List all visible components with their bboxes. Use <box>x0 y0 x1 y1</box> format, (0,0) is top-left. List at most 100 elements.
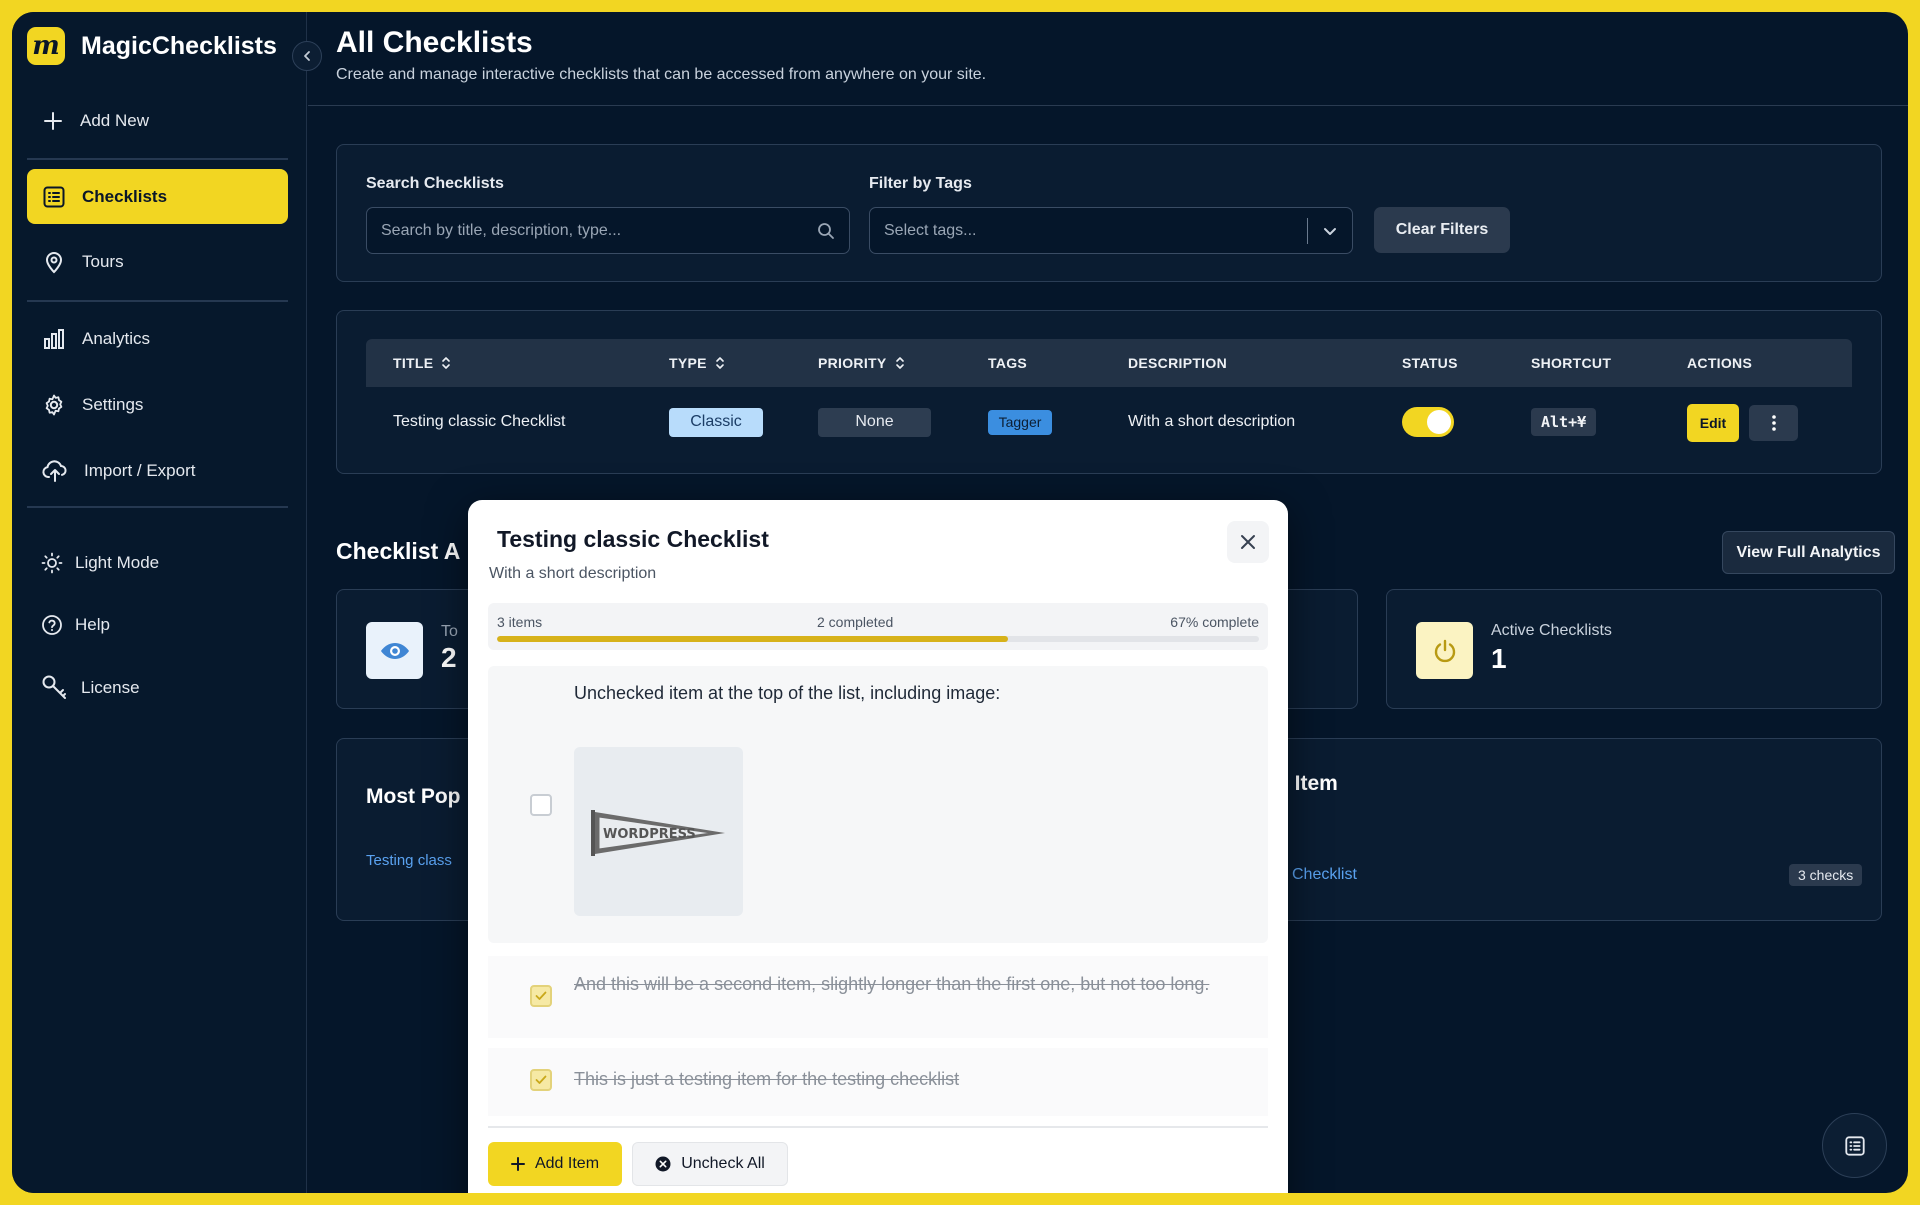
brand[interactable]: m MagicChecklists <box>27 27 277 65</box>
checklist-launcher-button[interactable] <box>1822 1113 1887 1178</box>
checklist-item: This is just a testing item for the test… <box>488 1048 1268 1116</box>
search-input[interactable]: Search by title, description, type... <box>366 207 850 254</box>
progress-completed: 2 completed <box>817 614 894 630</box>
help-link[interactable]: Help <box>27 597 288 652</box>
app-window: m MagicChecklists Add New Checklists Tou… <box>12 12 1908 1193</box>
checks-badge: 3 checks <box>1789 864 1863 886</box>
edit-button[interactable]: Edit <box>1687 404 1739 442</box>
check-icon <box>535 1075 547 1084</box>
gear-icon <box>45 394 63 415</box>
license-label: License <box>81 677 140 697</box>
nav-divider <box>27 506 288 508</box>
search-label: Search Checklists <box>366 175 504 192</box>
column-title[interactable]: TITLE <box>393 339 451 387</box>
sort-icon <box>895 357 904 369</box>
uncheck-all-label: Uncheck All <box>681 1155 765 1172</box>
clear-filters-button[interactable]: Clear Filters <box>1374 207 1510 253</box>
tag-badge[interactable]: Tagger <box>988 409 1052 435</box>
row-actions-cell: Edit <box>1687 404 1798 442</box>
uncheck-all-button[interactable]: Uncheck All <box>632 1142 788 1186</box>
list-icon <box>1844 1135 1865 1156</box>
pennant-text: WORDPRESS <box>603 827 696 842</box>
brand-logo-icon: m <box>27 27 65 65</box>
sidebar-item-analytics[interactable]: Analytics <box>27 311 288 366</box>
power-icon <box>1416 622 1473 679</box>
add-item-label: Add Item <box>534 1155 600 1172</box>
sidebar-item-tours[interactable]: Tours <box>27 234 288 289</box>
column-priority[interactable]: PRIORITY <box>818 339 905 387</box>
type-badge: Classic <box>669 407 763 437</box>
modal-subtitle: With a short description <box>489 565 657 582</box>
page-title: All Checklists <box>336 26 533 59</box>
search-icon <box>818 222 834 239</box>
completed-checklist-link[interactable]: Checklist <box>1292 866 1357 884</box>
collapse-sidebar-button[interactable] <box>292 41 322 71</box>
row-type-cell: Classic <box>669 407 763 437</box>
view-full-analytics-button[interactable]: View Full Analytics <box>1722 531 1895 574</box>
column-type-label: TYPE <box>669 355 707 371</box>
eye-icon <box>366 622 423 679</box>
row-priority-cell: None <box>818 407 931 437</box>
add-new-label: Add New <box>80 110 149 130</box>
x-circle-icon <box>655 1156 671 1172</box>
sidebar-item-checklists[interactable]: Checklists <box>27 169 288 224</box>
progress-percent: 67% complete <box>1170 614 1259 630</box>
filters-card: Search Checklists Search by title, descr… <box>336 144 1882 282</box>
column-actions: ACTIONS <box>1687 355 1753 371</box>
chevron-down-icon[interactable] <box>1308 223 1352 239</box>
help-label: Help <box>75 614 110 634</box>
progress-bar-fill <box>497 636 1008 642</box>
close-icon <box>1241 535 1255 549</box>
search-placeholder: Search by title, description, type... <box>381 221 622 239</box>
item-text: This is just a testing item for the test… <box>574 1069 960 1089</box>
sort-icon <box>715 357 724 369</box>
check-icon <box>535 991 547 1000</box>
license-link[interactable]: License <box>27 660 288 715</box>
column-shortcut: SHORTCUT <box>1531 355 1612 371</box>
active-checklists-label: Active Checklists <box>1491 622 1612 639</box>
nav-divider <box>27 300 288 302</box>
item-checkbox[interactable] <box>530 985 552 1007</box>
progress-section: 3 items 2 completed 67% complete <box>488 603 1268 650</box>
sidebar-item-label: Checklists <box>82 186 168 206</box>
sidebar: m MagicChecklists Add New Checklists Tou… <box>12 12 307 1193</box>
item-text: And this will be a second item, slightly… <box>574 974 1210 994</box>
add-new-button[interactable]: Add New <box>27 93 288 148</box>
light-mode-toggle[interactable]: Light Mode <box>27 535 288 590</box>
plus-icon <box>44 111 62 130</box>
item-checkbox[interactable] <box>530 1069 552 1091</box>
sidebar-item-import-export[interactable]: Import / Export <box>27 443 288 498</box>
analytics-section-title: Checklist A <box>336 538 461 564</box>
popular-checklist-link[interactable]: Testing class <box>366 852 452 869</box>
most-popular-title: Most Pop <box>366 785 461 808</box>
tags-select[interactable]: Select tags... <box>869 207 1353 254</box>
item-checkbox[interactable] <box>530 794 552 816</box>
nav-divider <box>27 158 288 160</box>
sun-icon <box>41 552 63 573</box>
header-divider <box>308 105 1908 106</box>
checklist-item: And this will be a second item, slightly… <box>488 956 1268 1038</box>
modal-footer-divider <box>488 1126 1268 1128</box>
toggle-knob <box>1427 410 1451 434</box>
plus-icon <box>510 1157 525 1171</box>
priority-badge: None <box>818 407 931 437</box>
active-checklists-value: 1 <box>1491 643 1507 674</box>
map-pin-icon <box>45 251 63 273</box>
row-tags-cell: Tagger <box>988 407 1052 437</box>
checklist-modal: Testing classic Checklist With a short d… <box>468 500 1288 1193</box>
sidebar-item-label: Tours <box>82 251 124 271</box>
sidebar-item-settings[interactable]: Settings <box>27 377 288 432</box>
checklist-item: Unchecked item at the top of the list, i… <box>488 666 1268 943</box>
row-title: Testing classic Checklist <box>393 413 566 430</box>
page-subtitle: Create and manage interactive checklists… <box>336 66 987 83</box>
progress-bar <box>497 636 1259 642</box>
status-toggle[interactable] <box>1402 407 1454 437</box>
add-item-button[interactable]: Add Item <box>488 1142 622 1186</box>
modal-close-button[interactable] <box>1227 521 1269 563</box>
brand-name: MagicChecklists <box>81 31 277 60</box>
column-type[interactable]: TYPE <box>669 339 725 387</box>
sidebar-item-label: Settings <box>82 394 144 414</box>
sidebar-item-label: Analytics <box>82 328 151 348</box>
more-actions-button[interactable] <box>1749 405 1798 441</box>
pennant-image-icon: WORDPRESS <box>590 809 725 856</box>
